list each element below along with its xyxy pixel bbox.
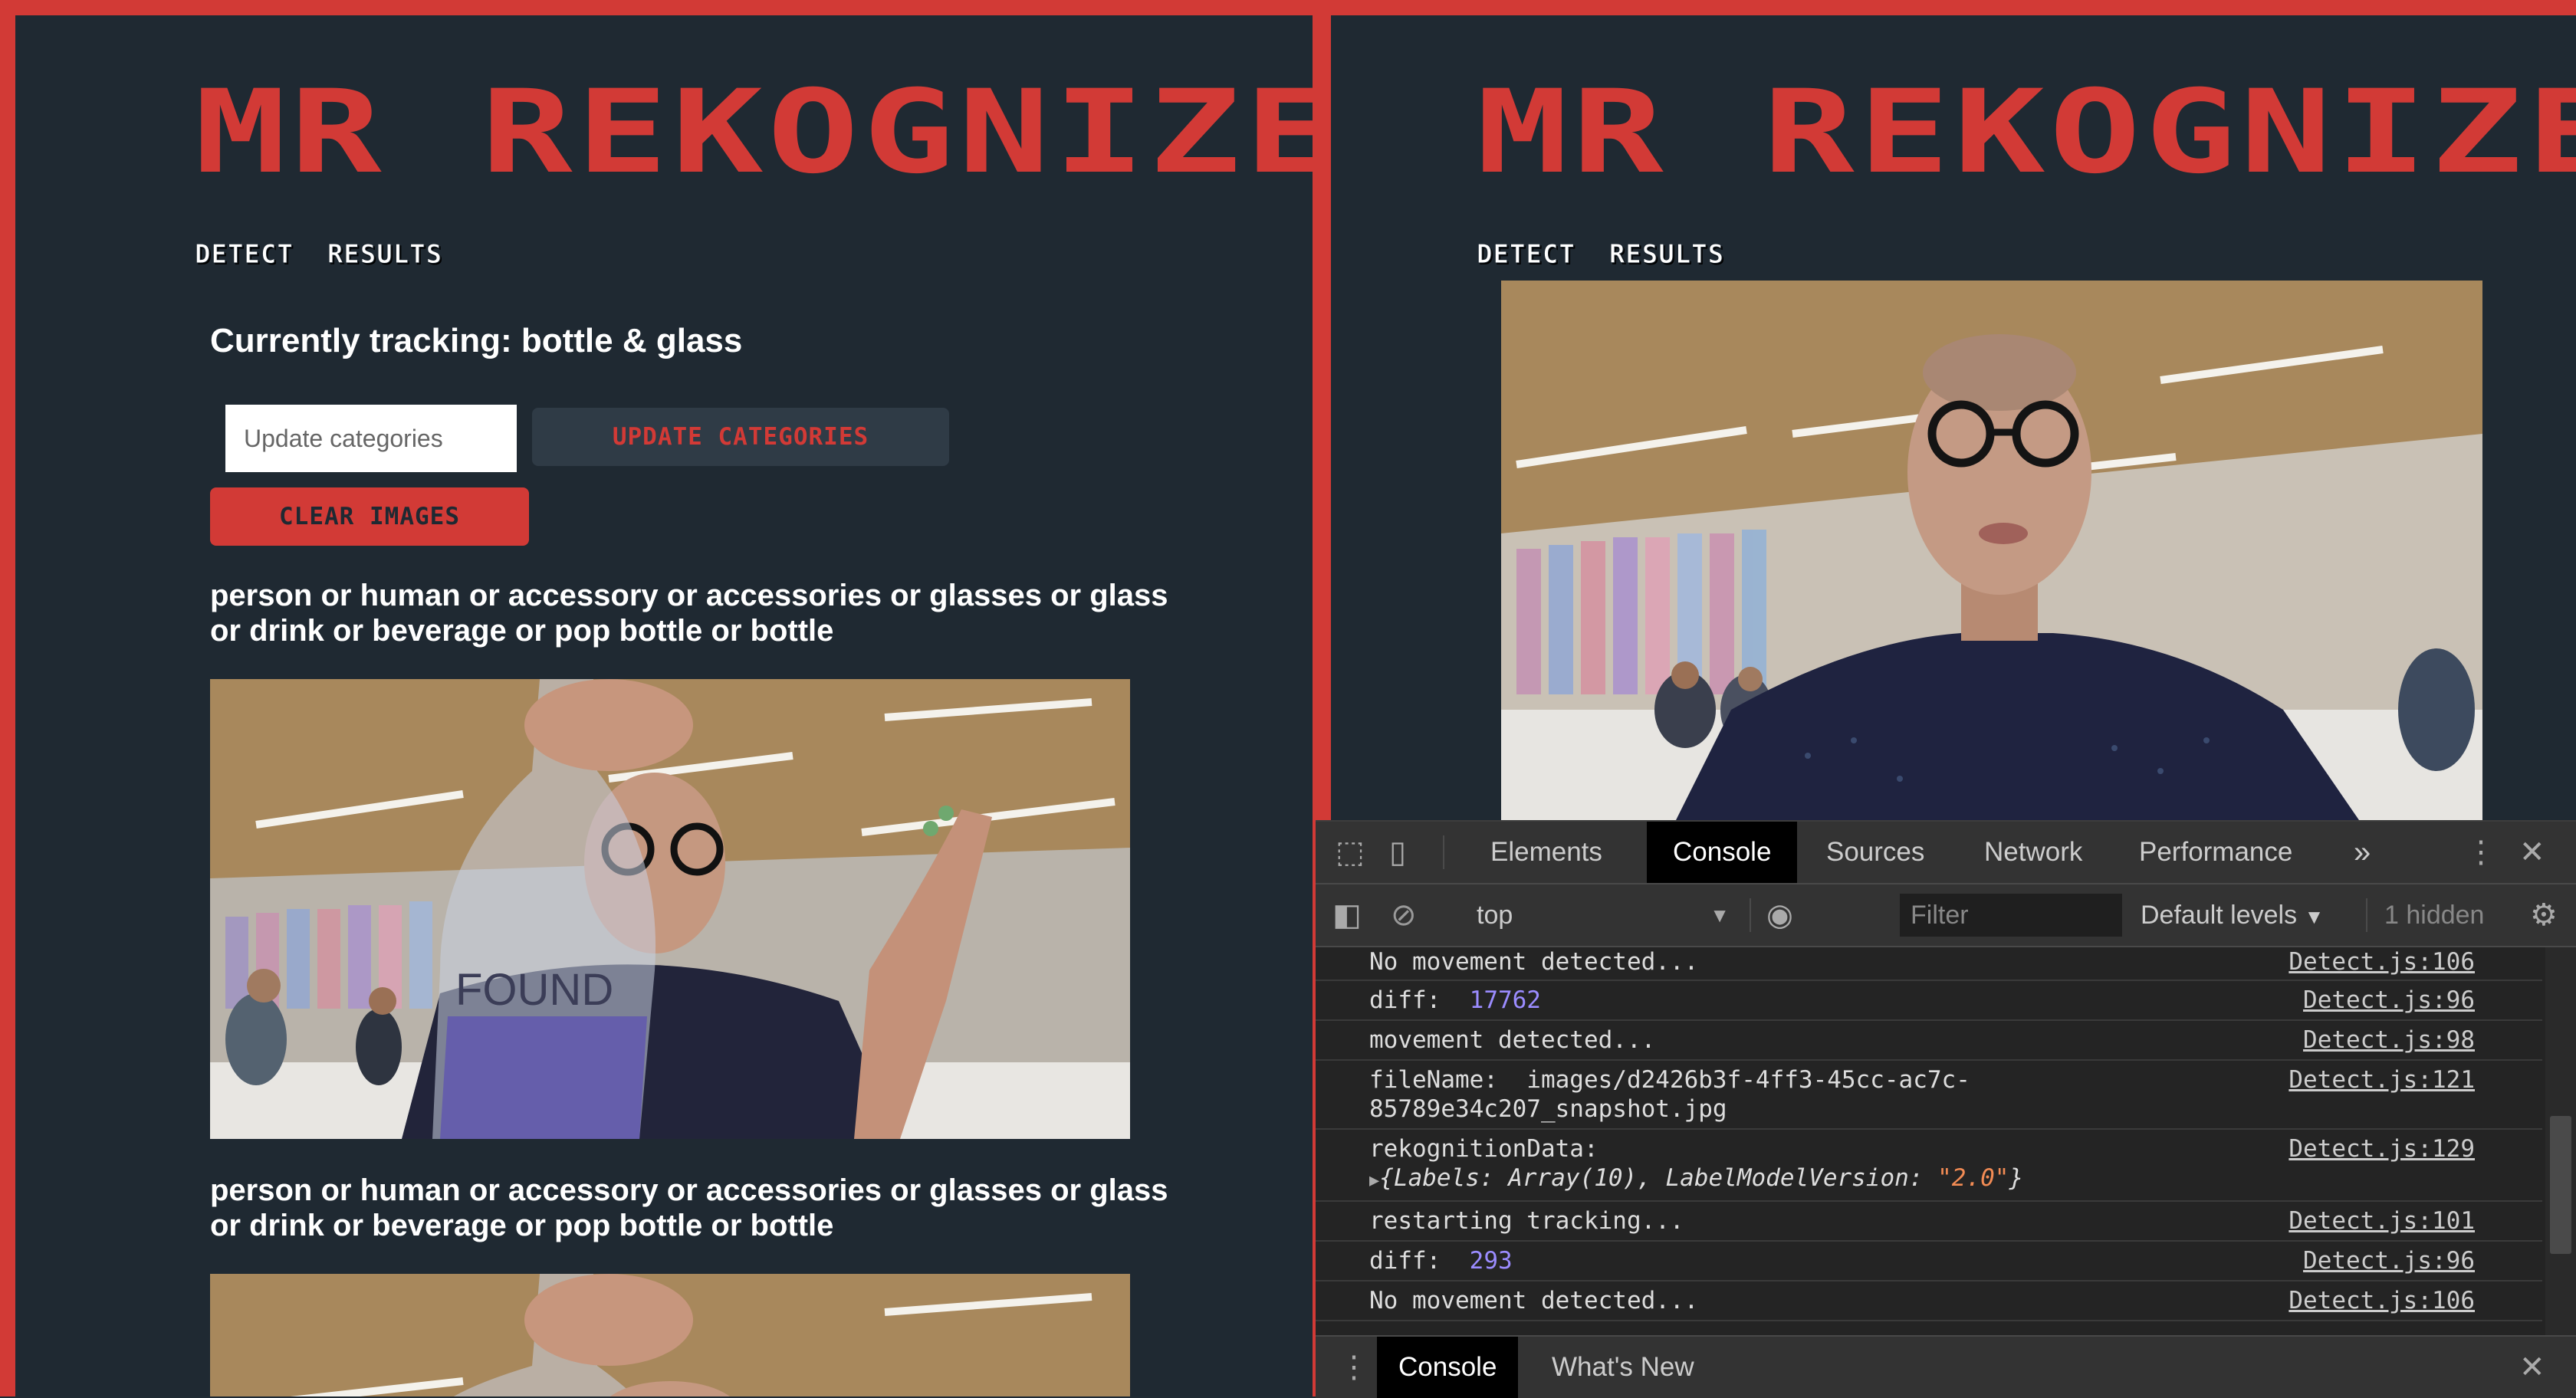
nav-detect-link[interactable]: DETECT (1477, 239, 1576, 271)
log-message: restarting tracking... (1369, 1207, 1684, 1235)
log-object-preview[interactable]: ▶{Labels: Array(10), LabelModelVersion: … (1369, 1163, 2220, 1196)
dropdown-caret-icon: ▼ (1710, 904, 1730, 927)
object-close: } (2009, 1164, 2024, 1192)
app-logo: MR REKOGNIZER (1477, 66, 2576, 199)
toolbar-divider (1750, 898, 1751, 932)
tab-elements[interactable]: Elements (1464, 822, 1628, 883)
log-message: diff: (1369, 986, 1441, 1014)
console-filter-bar: ◧ ⊘ top ▼ ◉ Default levels ▼ 1 hidden ⚙ (1316, 884, 2576, 947)
clear-images-button[interactable]: CLEAR IMAGES (210, 487, 529, 546)
tab-performance[interactable]: Performance (2113, 822, 2318, 883)
close-icon[interactable]: ✕ (2519, 822, 2545, 883)
tab-console[interactable]: Console (1647, 822, 1798, 883)
log-entry: No movement detected... Detect.js:106 (1316, 947, 2542, 981)
log-message: diff: (1369, 1247, 1441, 1275)
object-keys: {Labels: Array(10), LabelModelVersion: (1379, 1164, 1938, 1192)
result-labels: person or human or accessory or accessor… (210, 579, 1168, 648)
log-entry: movement detected... Detect.js:98 (1316, 1021, 2542, 1061)
devtools-tab-bar: ⬚ ▯ Elements Console Sources Network Per… (1316, 822, 2576, 884)
scrollbar-thumb[interactable] (2550, 1116, 2571, 1254)
tab-network[interactable]: Network (1958, 822, 2108, 883)
dropdown-caret-icon: ▼ (2304, 905, 2325, 928)
log-entry: rekognitionData: ▶{Labels: Array(10), La… (1316, 1130, 2542, 1202)
log-entry: diff: 293 Detect.js:96 (1316, 1242, 2542, 1282)
nav-bar: DETECT RESULTS (1477, 239, 1724, 271)
nav-results-link[interactable]: RESULTS (327, 239, 442, 271)
devtools-drawer-bar: ⋮ Console What's New ✕ (1316, 1335, 2576, 1398)
drawer-tab-console[interactable]: Console (1377, 1337, 1519, 1398)
log-message: movement detected... (1369, 1026, 1656, 1054)
log-source-link[interactable]: Detect.js:96 (2303, 986, 2475, 1015)
gear-icon[interactable]: ⚙ (2530, 884, 2558, 946)
eye-icon[interactable]: ◉ (1766, 884, 1793, 946)
log-message: No movement detected... (1369, 948, 1699, 976)
log-source-link[interactable]: Detect.js:98 (2303, 1026, 2475, 1055)
result-photo (210, 1274, 1130, 1396)
nav-bar: DETECT RESULTS (195, 239, 442, 271)
devtools-panel: ⬚ ▯ Elements Console Sources Network Per… (1316, 820, 2576, 1398)
context-value: top (1477, 901, 1513, 930)
log-source-link[interactable]: Detect.js:106 (2288, 947, 2475, 976)
console-scrollbar[interactable] (2545, 947, 2576, 1335)
log-source-link[interactable]: Detect.js:106 (2288, 1286, 2475, 1315)
left-app-pane: MR REKOGNIZER DETECT RESULTS Currently t… (0, 0, 1316, 1396)
log-entry: No movement detected... Detect.js:106 (1316, 1282, 2542, 1321)
webcam-feed (1501, 281, 2482, 832)
log-number: 293 (1469, 1247, 1513, 1275)
console-log: No movement detected... Detect.js:106 di… (1316, 947, 2542, 1335)
bottle-label-text: FOUND (455, 965, 613, 1015)
device-toolbar-icon[interactable]: ▯ (1389, 822, 1406, 883)
log-message: No movement detected... (1369, 1287, 1699, 1314)
context-selector[interactable]: top ▼ (1477, 884, 1730, 946)
log-levels-dropdown[interactable]: Default levels ▼ (2141, 884, 2324, 947)
object-string-value: "2.0" (1937, 1164, 2009, 1192)
toolbar-divider (1443, 835, 1444, 869)
double-chevron-icon[interactable]: » (2354, 822, 2371, 883)
log-source-link[interactable]: Detect.js:121 (2288, 1065, 2475, 1094)
hidden-messages-count: 1 hidden (2384, 901, 2485, 930)
nav-detect-link[interactable]: DETECT (195, 239, 294, 271)
log-source-link[interactable]: Detect.js:129 (2288, 1134, 2475, 1163)
log-number: 17762 (1469, 986, 1541, 1014)
app-logo: MR REKOGNIZER (195, 66, 1316, 199)
sidebar-toggle-icon[interactable]: ◧ (1332, 884, 1362, 946)
log-source-link[interactable]: Detect.js:101 (2288, 1206, 2475, 1236)
log-message: fileName: images/d2426b3f-4ff3-45cc-ac7c… (1369, 1066, 1970, 1123)
result-labels: person or human or accessory or accessor… (210, 1173, 1168, 1242)
tab-sources[interactable]: Sources (1800, 822, 1950, 883)
toolbar-divider (2366, 898, 2367, 932)
inspect-element-icon[interactable]: ⬚ (1336, 822, 1365, 883)
update-categories-button[interactable]: UPDATE CATEGORIES (532, 408, 949, 466)
result-photo: FOUND (210, 679, 1130, 1139)
expand-triangle-icon[interactable]: ▶ (1369, 1171, 1379, 1190)
console-filter-input[interactable] (1900, 894, 2122, 937)
category-input[interactable] (225, 405, 517, 472)
drawer-tab-whats-new[interactable]: What's New (1530, 1337, 1716, 1398)
log-source-link[interactable]: Detect.js:96 (2303, 1246, 2475, 1275)
kebab-menu-icon[interactable]: ⋮ (2466, 822, 2496, 883)
log-entry: diff: 17762 Detect.js:96 (1316, 981, 2542, 1021)
tracking-heading: Currently tracking: bottle & glass (210, 322, 743, 359)
clear-console-icon[interactable]: ⊘ (1391, 884, 1417, 946)
log-entry: restarting tracking... Detect.js:101 (1316, 1202, 2542, 1242)
log-levels-label: Default levels (2141, 901, 2298, 930)
drawer-menu-icon[interactable]: ⋮ (1339, 1337, 1369, 1398)
log-entry: fileName: images/d2426b3f-4ff3-45cc-ac7c… (1316, 1061, 2542, 1130)
close-icon[interactable]: ✕ (2519, 1337, 2545, 1398)
log-message: rekognitionData: (1369, 1135, 1598, 1163)
nav-results-link[interactable]: RESULTS (1608, 239, 1724, 271)
